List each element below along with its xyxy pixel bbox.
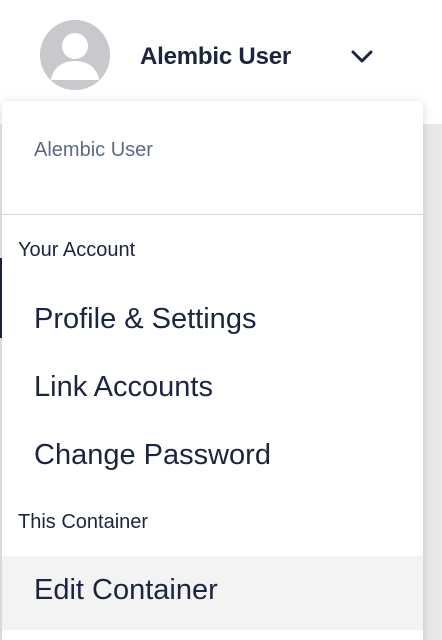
dropdown-header: Alembic User [2, 101, 423, 215]
menu-item-edit-container[interactable]: Edit Container [2, 556, 423, 630]
user-dropdown-menu: Alembic User Your Account Profile & Sett… [2, 101, 423, 640]
menu-item-profile-settings[interactable]: Profile & Settings [2, 287, 423, 349]
menu-item-link-accounts[interactable]: Link Accounts [2, 355, 423, 417]
section-label-this-container: This Container [18, 511, 149, 533]
chevron-down-icon[interactable] [349, 44, 375, 70]
menu-item-change-password[interactable]: Change Password [2, 423, 423, 485]
dropdown-user-name: Alembic User [34, 139, 153, 161]
header-user-name[interactable]: Alembic User [140, 42, 291, 72]
section-label-your-account: Your Account [18, 239, 136, 261]
menu-item-label: Link Accounts [34, 371, 213, 403]
user-header: Alembic User [0, 0, 442, 110]
menu-item-label: Edit Container [34, 574, 218, 606]
menu-item-label: Change Password [34, 439, 271, 471]
menu-item-label: Profile & Settings [34, 303, 257, 335]
page: Alembic User Alembic User Your Account P… [0, 0, 442, 640]
user-avatar-icon[interactable] [40, 20, 110, 90]
